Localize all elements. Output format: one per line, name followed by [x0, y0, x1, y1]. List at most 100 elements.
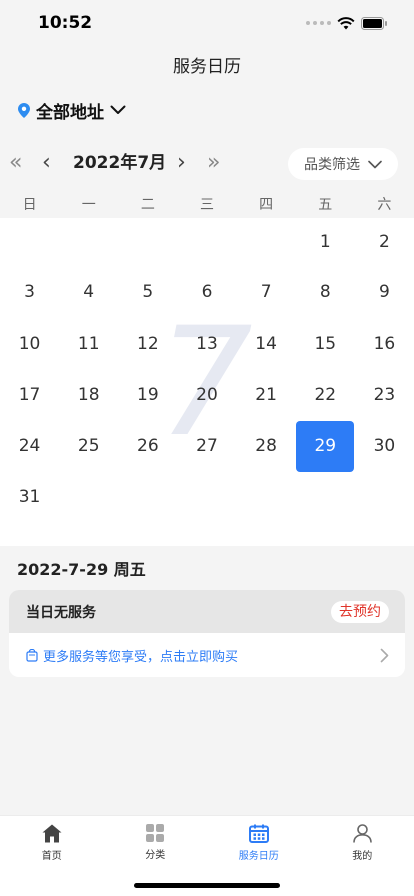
calendar-day[interactable]: 3	[0, 266, 59, 318]
calendar-day[interactable]: 17	[0, 369, 59, 421]
weekday-label: 五	[318, 197, 333, 213]
category-filter-label: 品类筛选	[304, 157, 360, 173]
calendar-day[interactable]: 16	[355, 318, 414, 370]
weekday-label: 六	[377, 197, 392, 213]
no-service-label: 当日无服务	[26, 604, 96, 621]
calendar-day[interactable]: 11	[59, 318, 118, 370]
calendar-day[interactable]: 18	[59, 369, 118, 421]
calendar-day[interactable]: 14	[237, 318, 296, 370]
day-number: 12	[137, 334, 159, 354]
calendar-day[interactable]: 28	[237, 420, 296, 472]
calendar-day[interactable]: 12	[118, 318, 177, 370]
weekday-label: 四	[259, 197, 274, 213]
tab-label: 服务日历	[238, 851, 279, 862]
calendar-day[interactable]: 22	[296, 369, 355, 421]
next-year-button[interactable]: »	[207, 151, 220, 175]
category-filter-button[interactable]: 品类筛选	[288, 148, 398, 180]
day-number: 16	[373, 334, 396, 354]
calendar-day[interactable]: 13	[177, 318, 236, 370]
calendar-day[interactable]: 10	[0, 318, 59, 370]
status-icons	[306, 16, 388, 30]
calendar-day[interactable]: 4	[59, 266, 118, 318]
service-card: 当日无服务 去预约 更多服务等您享受，点击立即购买	[9, 590, 405, 677]
calendar-day[interactable]: 5	[118, 266, 177, 318]
day-number: 20	[196, 385, 218, 405]
day-number: 15	[314, 334, 337, 354]
tab-home[interactable]: 首页	[0, 816, 104, 896]
day-number: 30	[373, 436, 396, 456]
prev-year-button[interactable]: «	[9, 151, 22, 175]
tab-label: 首页	[41, 851, 62, 862]
day-number: 25	[77, 436, 100, 456]
day-number: 14	[255, 334, 277, 354]
day-number: 29	[296, 420, 355, 472]
day-number: 7	[260, 282, 272, 302]
calendar-icon	[248, 824, 269, 843]
tab-mine[interactable]: 我的	[311, 816, 414, 896]
calendar-day[interactable]: 30	[355, 420, 414, 472]
selected-date-heading: 2022-7-29 周五	[17, 560, 146, 579]
calendar-day[interactable]: 6	[177, 266, 236, 318]
status-time: 10:52	[38, 13, 93, 33]
calendar-day[interactable]: 27	[177, 420, 236, 472]
day-number: 11	[77, 334, 100, 354]
day-number: 2	[378, 232, 390, 252]
day-number: 4	[83, 282, 95, 302]
day-number: 10	[18, 334, 41, 354]
chevron-down-icon	[110, 105, 126, 114]
tab-label: 我的	[352, 851, 373, 862]
calendar-day[interactable]: 21	[237, 369, 296, 421]
calendar-grid: 7 1 2 3 4 5 6 7 8 9 10 11 12 13 14 15 16 17 18 19 20 21 22 23 2…	[0, 218, 414, 546]
prev-month-button[interactable]: ‹	[42, 151, 51, 175]
calendar-day[interactable]: 2	[355, 216, 414, 268]
day-number: 26	[137, 436, 159, 456]
calendar-day[interactable]: 9	[355, 266, 414, 318]
calendar-day[interactable]: 24	[0, 420, 59, 472]
weekday-label: 三	[199, 197, 214, 213]
book-button[interactable]: 去预约	[331, 600, 389, 623]
service-status-row: 当日无服务 去预约	[9, 590, 405, 633]
calendar-day[interactable]: 23	[355, 369, 414, 421]
day-number: 28	[255, 436, 277, 456]
day-number: 21	[255, 385, 277, 405]
page-title: 服务日历	[173, 57, 241, 77]
calendar-day[interactable]: 26	[118, 420, 177, 472]
calendar-day[interactable]: 20	[177, 369, 236, 421]
calendar-day[interactable]: 19	[118, 369, 177, 421]
weekday-label: 二	[140, 197, 155, 213]
calendar-day[interactable]: 29	[296, 420, 355, 472]
wifi-icon	[337, 16, 355, 29]
day-number: 24	[18, 436, 41, 456]
weekday-header: 日 一 二 三 四 五 六	[0, 192, 414, 218]
day-number: 18	[77, 385, 100, 405]
calendar-day[interactable]: 15	[296, 318, 355, 370]
battery-icon	[361, 16, 387, 30]
weekday-label: 日	[22, 197, 37, 213]
day-number: 17	[18, 385, 41, 405]
promo-link[interactable]: 更多服务等您享受，点击立即购买	[9, 633, 405, 677]
calendar-day[interactable]: 31	[0, 471, 59, 523]
day-number: 1	[319, 232, 331, 252]
day-number: 3	[24, 282, 35, 302]
day-number: 22	[314, 385, 337, 405]
day-number: 6	[201, 282, 213, 302]
month-label: 2022年7月	[73, 153, 167, 173]
home-indicator	[134, 883, 280, 888]
day-number: 9	[378, 282, 390, 302]
promo-text: 更多服务等您享受，点击立即购买	[43, 649, 239, 665]
next-month-button[interactable]: ›	[177, 151, 186, 175]
calendar-day[interactable]: 7	[237, 266, 296, 318]
chevron-down-icon	[368, 160, 382, 168]
location-pin-icon	[18, 102, 30, 118]
calendar-day[interactable]: 1	[296, 216, 355, 268]
grid-icon	[146, 824, 165, 842]
user-icon	[352, 824, 372, 843]
calendar-day[interactable]: 8	[296, 266, 355, 318]
calendar-day[interactable]: 25	[59, 420, 118, 472]
status-bar: 10:52	[0, 0, 414, 46]
chevron-right-icon	[380, 648, 389, 662]
day-number: 31	[18, 487, 41, 507]
tab-label: 分类	[145, 850, 166, 861]
address-selector[interactable]: 全部地址	[18, 96, 126, 124]
home-icon	[42, 824, 62, 843]
